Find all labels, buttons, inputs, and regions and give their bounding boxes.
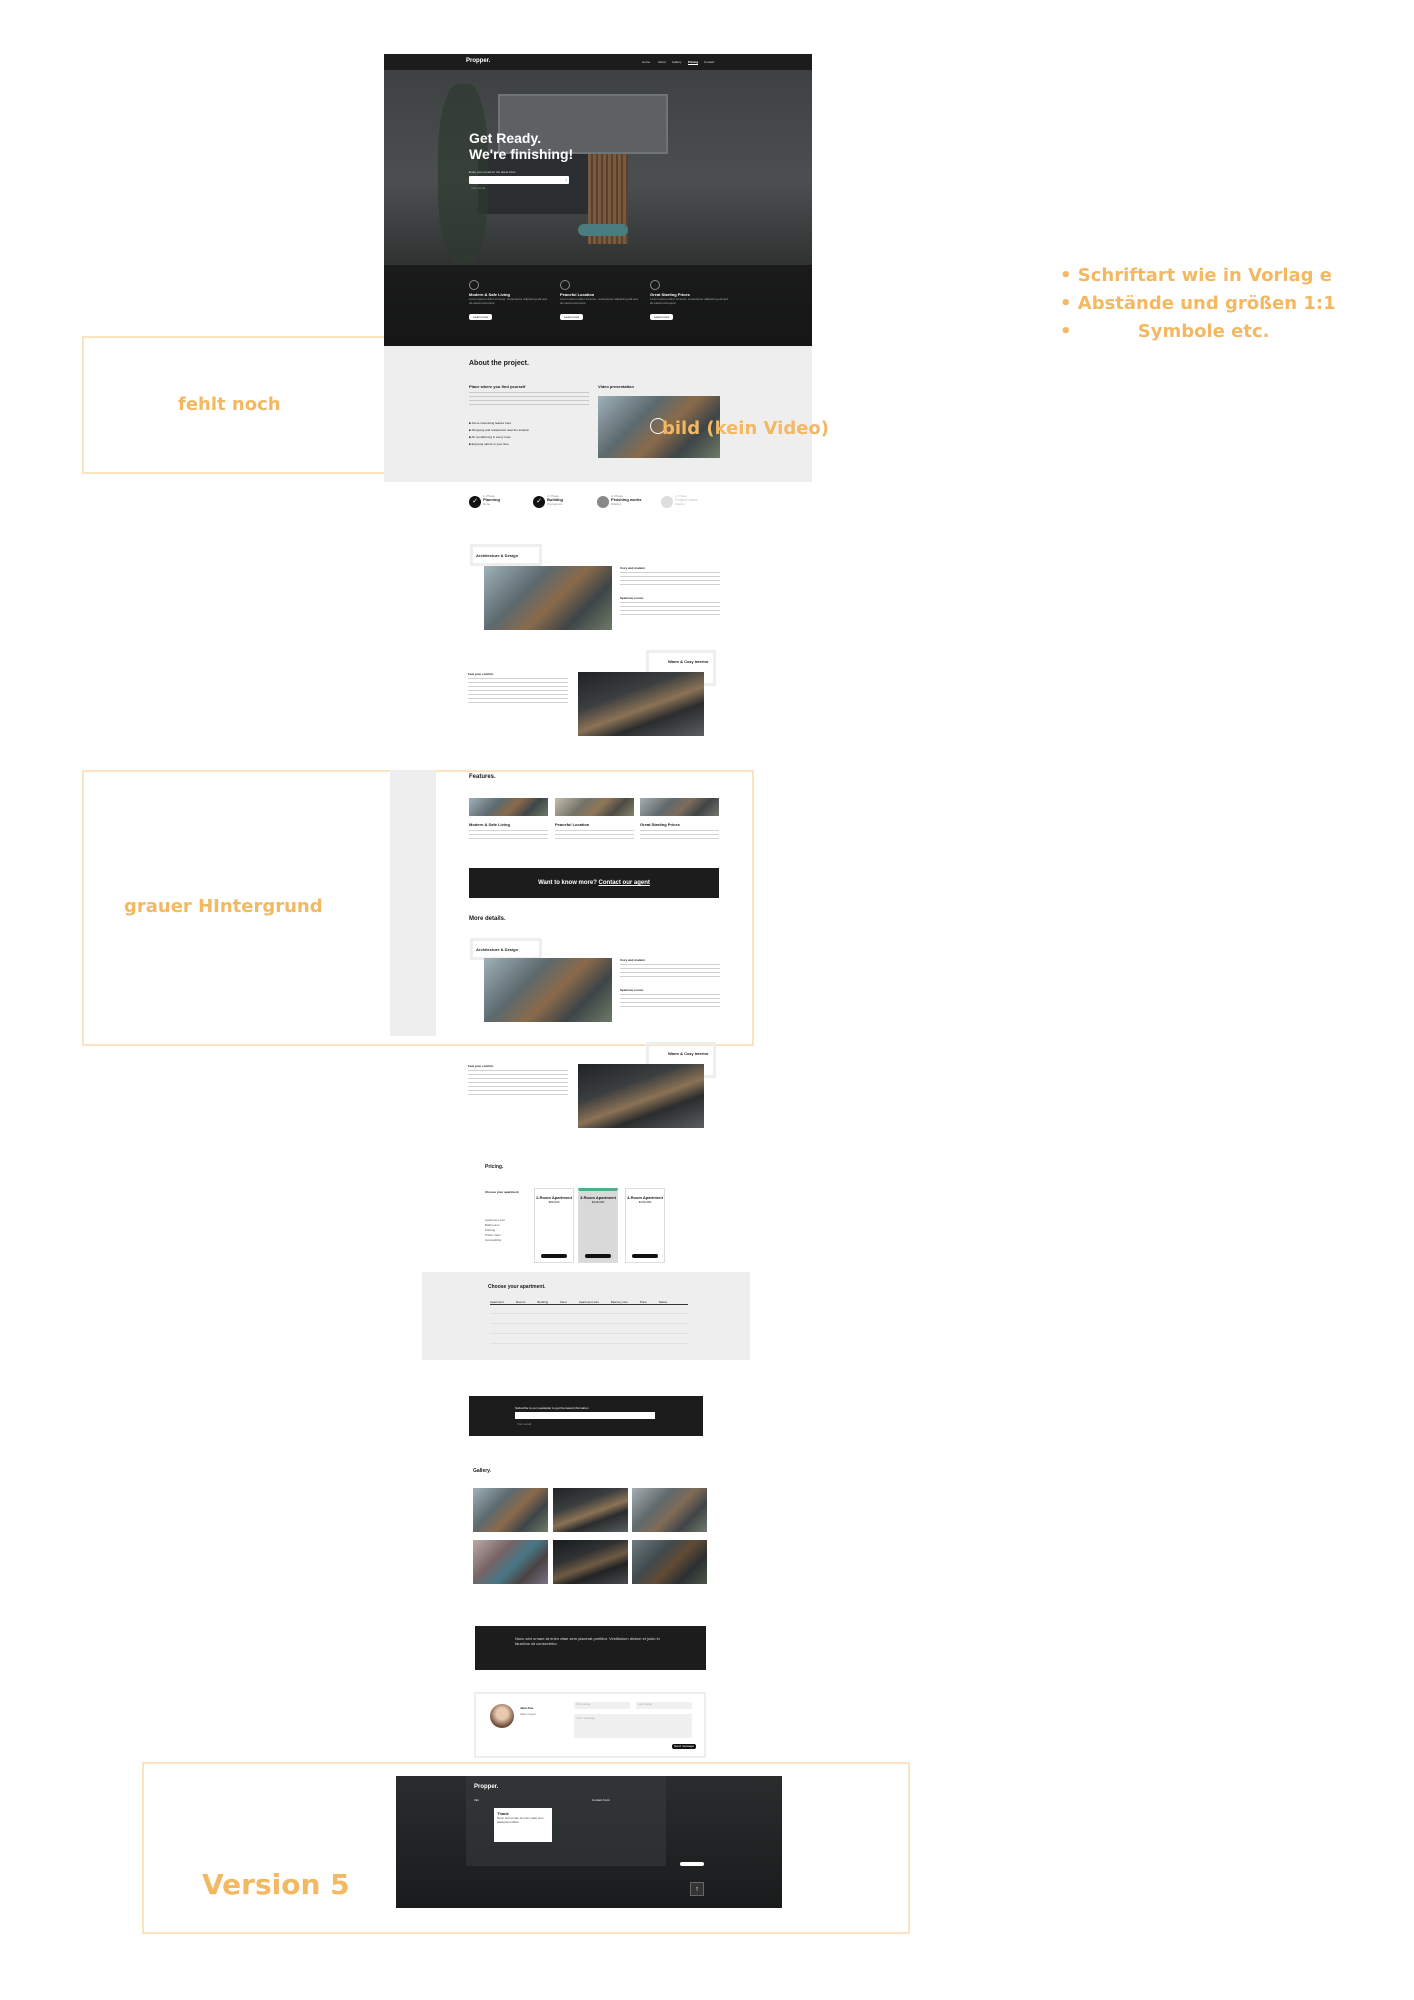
details-block-b-2: Warm & Cozy Interior Feel your comfort [468,1042,718,1132]
progress-steps: ✓ 1. Phase Planning Done ✓ 2. Phase Buildin… [469,494,729,518]
nav-contact[interactable]: Contact [704,60,714,64]
more-details-title: More details. [469,916,506,922]
video-label: Video presentation [598,384,634,389]
newsletter-section: Subscribe to our newsletter to get the l… [469,1396,703,1436]
send-button[interactable]: Send message [672,1744,696,1749]
apartment-table-section: Choose your apartment. Apartment Rooms Bui… [422,1272,750,1360]
cta-banner: Want to know more? Contact our agent [469,868,719,898]
avatar [490,1704,514,1728]
feature-image-2 [555,798,634,816]
arrow-right-icon[interactable]: › [566,177,567,182]
top-nav: Propper. Home About Gallery Pricing Cont… [384,54,812,70]
contact-section: Jane Doe Sales Agent First name Last nam… [474,1692,706,1758]
quote-section: Nunc sed ornare at enim vitae sem placer… [475,1626,706,1670]
table-row[interactable] [490,1338,688,1344]
step-4: 4. Phase Project done Waiting [675,494,698,506]
tree-icon [560,280,570,290]
price-card-3: 4-Room Apartment $199,000 [625,1188,665,1263]
nav-pricing[interactable]: Pricing [688,60,699,65]
nav-gallery[interactable]: Gallery [672,60,682,64]
missing-label: fehlt noch [178,394,281,415]
grey-bg-label: grauer HIntergrund [124,896,323,917]
newsletter-input[interactable]: Your email [515,1412,655,1426]
hero-house-image [438,84,678,264]
hero-feature-1: Modern & Safe Living Lorem ipsum dolor s… [469,280,549,323]
footer-submit-button[interactable] [680,1862,704,1866]
step-2: 2. Phase Building In progress [547,494,563,506]
check-icon: ✓ [533,496,545,508]
house-icon [469,280,479,290]
details-block-a: Architecture & Design Cozy and modern Sp… [470,544,720,634]
annotation-bullet-1: • Schriftart wie in Vorlag e [1060,265,1332,286]
nav-home[interactable]: Home [642,60,650,64]
check-icon: ✓ [469,496,481,508]
about-text [469,392,589,406]
annotation-bullet-2: • Abstände und größen 1:1 [1060,293,1336,314]
pricing-row-labels: Apartment size Bathrooms Parking Public tra… [485,1218,506,1242]
feature-title-1: Modern & Safe Living [469,822,510,827]
gallery-title: Gallery. [473,1468,491,1474]
architecture-image [484,566,612,630]
feature-title-2: Peaceful Location [555,822,590,827]
feature-title-3: Great Starting Prices [640,822,680,827]
about-title: About the project. [469,360,529,367]
image-note-label: bild (kein Video) [662,418,830,439]
features-title: Features. [469,774,496,780]
feature-image-1 [469,798,548,816]
about-checklist: ■ Some interesting feature here ■ Shoppi… [469,421,530,446]
thank-you-popup: Thank Nunc sed ornare at enim vitae sem … [494,1808,552,1842]
table-row[interactable] [490,1328,688,1334]
gallery-image[interactable] [632,1540,707,1584]
step-3-icon [597,496,609,508]
feature-image-3 [640,798,719,816]
choose-button[interactable] [585,1254,611,1258]
gallery-image[interactable] [553,1540,628,1584]
contact-agent-link[interactable]: Contact our agent [599,880,650,886]
footer: Propper. Info Contact Form Thank Nunc se… [396,1776,782,1908]
interior-image [578,672,704,736]
annotation-list: • Schriftart wie in Vorlag e • Abstände … [1060,262,1380,346]
hero-signup-label: Enter your email for the latest infos [469,170,516,174]
gallery-image[interactable] [473,1540,548,1584]
interior-image [578,1064,704,1128]
details-block-a-2: Architecture & Design Cozy and modern Sp… [470,938,720,1028]
table-header: Apartment Rooms Building Floor Apartment siz… [490,1300,688,1305]
first-name-field[interactable]: First name [574,1702,630,1709]
hero-email-input[interactable]: Your email › [469,176,569,190]
price-card-1: 2-Room Apartment $99,000 [534,1188,574,1263]
about-section: About the project. Place where you find … [384,346,812,482]
gallery-image[interactable] [473,1488,548,1532]
step-4-icon [661,496,673,508]
choose-button[interactable] [541,1254,567,1258]
learn-more-button[interactable]: Learn more [469,314,493,320]
about-subtitle: Place where you find yourself [469,384,526,389]
architecture-image [484,958,612,1022]
gallery-image[interactable] [632,1488,707,1532]
pricing-title: Pricing. [485,1164,504,1170]
annotation-bullet-3: • Symbole etc. [1060,321,1270,342]
scroll-top-icon[interactable]: ↑ [690,1882,704,1896]
last-name-field[interactable]: Last name [636,1702,692,1709]
message-field[interactable]: Your message [574,1714,692,1738]
learn-more-button[interactable]: Learn more [650,314,674,320]
hero-title: Get Ready. We're finishing! [469,130,574,162]
learn-more-button[interactable]: Learn more [560,314,584,320]
price-card-2: 3-Room Apartment $149,000 [578,1188,618,1263]
step-1: 1. Phase Planning Done [483,494,500,506]
grey-left-strip [390,770,436,1036]
nav-about[interactable]: About [658,60,666,64]
version-label: Version 5 [202,1868,350,1901]
pricing-choose: Choose your apartment [485,1190,519,1194]
hero-feature-2: Peaceful Location Lorem ipsum dolor sit … [560,280,640,323]
table-row[interactable] [490,1308,688,1314]
details-block-b: Warm & Cozy Interior Feel your comfort [468,650,718,740]
table-row[interactable] [490,1318,688,1324]
gallery-image[interactable] [553,1488,628,1532]
hero: Get Ready. We're finishing! Enter your e… [384,70,812,346]
tag-icon [650,280,660,290]
logo[interactable]: Propper. [466,58,490,64]
step-3: 3. Phase Finishing works Waiting [611,494,642,506]
choose-button[interactable] [632,1254,658,1258]
hero-feature-3: Great Starting Prices Lorem ipsum dolor … [650,280,730,323]
